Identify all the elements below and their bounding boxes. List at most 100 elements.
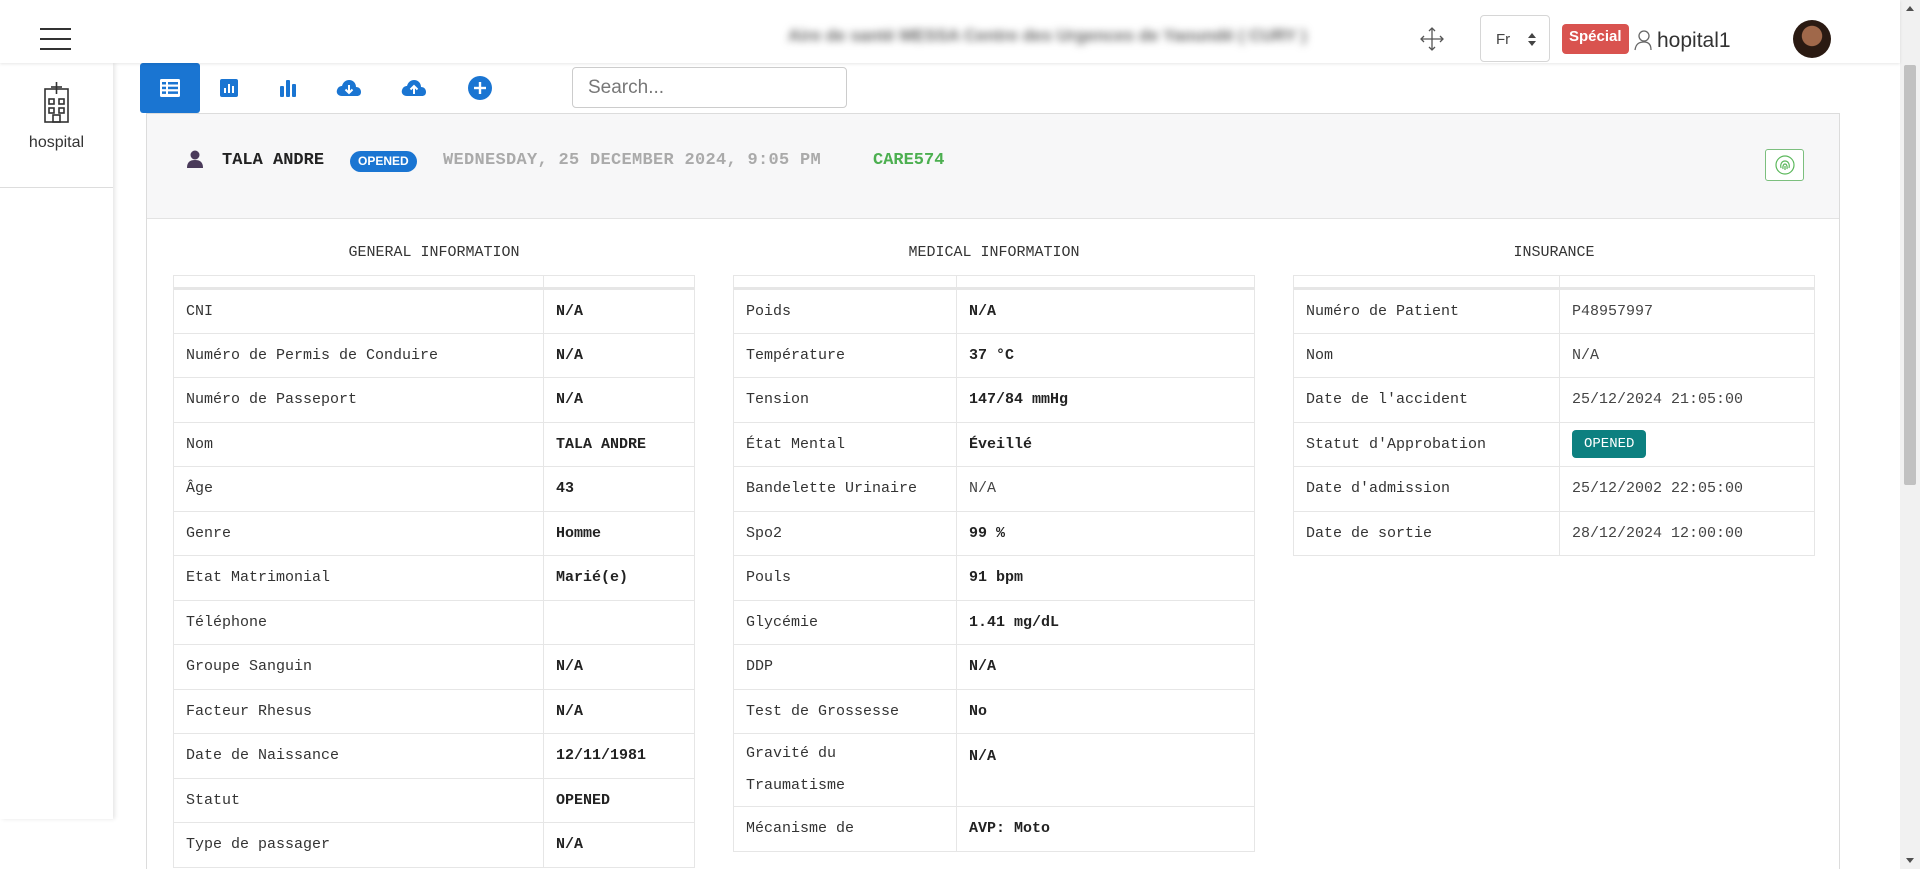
table-row: Spo2 99 % xyxy=(733,510,1255,556)
medical-information-section: MEDICAL INFORMATION Poids N/A Température… xyxy=(733,244,1255,852)
avatar[interactable] xyxy=(1793,20,1831,58)
field-value: 25/12/2002 22:05:00 xyxy=(1559,466,1815,512)
field-value: TALA ANDRE xyxy=(543,421,695,467)
cloud-upload-icon xyxy=(401,80,426,96)
top-navbar: Aire de santé MESSA Centre des Urgences … xyxy=(0,0,1900,63)
sidebar-item-hospital[interactable]: hospital xyxy=(0,63,113,188)
field-value: 25/12/2024 21:05:00 xyxy=(1559,377,1815,423)
field-label: Poids xyxy=(733,288,957,334)
field-value: Éveillé xyxy=(956,421,1255,467)
field-value: 12/11/1981 xyxy=(543,733,695,779)
field-value xyxy=(543,599,695,645)
table-row: Test de Grossesse No xyxy=(733,688,1255,734)
table-row: Groupe Sanguin N/A xyxy=(173,644,695,690)
table-row: Bandelette Urinaire N/A xyxy=(733,466,1255,512)
field-value: No xyxy=(956,688,1255,734)
field-label: Tension xyxy=(733,377,957,423)
field-value: 91 bpm xyxy=(956,555,1255,601)
table-row: Statut d'Approbation OPENED xyxy=(1293,421,1815,467)
field-value: OPENED xyxy=(543,777,695,823)
download-button[interactable] xyxy=(319,63,379,113)
field-label: Téléphone xyxy=(173,599,544,645)
field-label: Groupe Sanguin xyxy=(173,644,544,690)
field-label: Type de passager xyxy=(173,822,544,868)
field-label: DDP xyxy=(733,644,957,690)
table-view-button[interactable] xyxy=(140,63,200,113)
field-label: Numéro de Passeport xyxy=(173,377,544,423)
facility-name: Aire de santé MESSA Centre des Urgences … xyxy=(788,26,1307,45)
field-label: Statut d'Approbation xyxy=(1293,421,1560,467)
chart-box-button[interactable] xyxy=(199,63,259,113)
field-label: Pouls xyxy=(733,555,957,601)
field-value: Homme xyxy=(543,510,695,556)
field-value: 147/84 mmHg xyxy=(956,377,1255,423)
table-row: Poids N/A xyxy=(733,288,1255,334)
fingerprint-button[interactable] xyxy=(1765,149,1804,181)
field-label: Test de Grossesse xyxy=(733,688,957,734)
table-row: Date de sortie 28/12/2024 12:00:00 xyxy=(1293,510,1815,556)
section-title: INSURANCE xyxy=(1513,244,1595,261)
table-row: Gravité du Traumatisme N/A xyxy=(733,733,1255,807)
field-label: Facteur Rhesus xyxy=(173,688,544,734)
table-row: DDP N/A xyxy=(733,644,1255,690)
table-row: Téléphone xyxy=(173,599,695,645)
field-label: Statut xyxy=(173,777,544,823)
table-row: CNI N/A xyxy=(173,288,695,334)
field-value: P48957997 xyxy=(1559,288,1815,334)
table-row: Nom N/A xyxy=(1293,332,1815,378)
field-value: 37 °C xyxy=(956,332,1255,378)
field-value: N/A xyxy=(543,688,695,734)
patient-card: TALA ANDRE OPENED WEDNESDAY, 25 DECEMBER… xyxy=(146,113,1840,869)
table-row: Âge 43 xyxy=(173,466,695,512)
table-row: État Mental Éveillé xyxy=(733,421,1255,467)
field-label: CNI xyxy=(173,288,544,334)
upload-button[interactable] xyxy=(384,63,444,113)
add-button[interactable] xyxy=(450,63,510,113)
table-row: Type de passager N/A xyxy=(173,822,695,868)
table-row: Nom TALA ANDRE xyxy=(173,421,695,467)
field-label: Spo2 xyxy=(733,510,957,556)
field-label: Nom xyxy=(173,421,544,467)
menu-icon[interactable] xyxy=(40,28,71,50)
approval-status-badge: OPENED xyxy=(1572,430,1647,459)
table-row: Numéro de Permis de Conduire N/A xyxy=(173,332,695,378)
field-label: Date de l'accident xyxy=(1293,377,1560,423)
user-icon xyxy=(1634,30,1652,51)
username[interactable]: hopital1 xyxy=(1657,29,1731,53)
scroll-down-arrow-icon[interactable] xyxy=(1906,858,1914,863)
move-arrows-icon[interactable] xyxy=(1419,26,1445,52)
bar-chart-button[interactable] xyxy=(258,63,318,113)
status-badge: OPENED xyxy=(350,151,417,172)
field-label: Etat Matrimonial xyxy=(173,555,544,601)
scroll-thumb[interactable] xyxy=(1904,65,1916,485)
field-value: N/A xyxy=(956,288,1255,334)
special-badge: Spécial xyxy=(1562,24,1629,54)
field-label: Genre xyxy=(173,510,544,556)
search-input[interactable] xyxy=(572,67,847,108)
field-value: Marié(e) xyxy=(543,555,695,601)
field-value: N/A xyxy=(543,288,695,334)
field-label: Bandelette Urinaire xyxy=(733,466,957,512)
language-value: Fr xyxy=(1496,31,1511,48)
field-label: Date de Naissance xyxy=(173,733,544,779)
field-value: N/A xyxy=(543,377,695,423)
general-information-table: CNI N/A Numéro de Permis de Conduire N/A N… xyxy=(173,275,695,868)
field-value: N/A xyxy=(956,733,1255,807)
hospital-icon xyxy=(44,82,69,123)
field-label: Numéro de Patient xyxy=(1293,288,1560,334)
admission-datetime: WEDNESDAY, 25 DECEMBER 2024, 9:05 PM xyxy=(443,151,822,170)
scroll-up-arrow-icon[interactable] xyxy=(1906,6,1914,11)
table-row: Glycémie 1.41 mg/dL xyxy=(733,599,1255,645)
insurance-table: Numéro de Patient P48957997 Nom N/A Date d… xyxy=(1293,275,1815,556)
cloud-download-icon xyxy=(336,80,361,96)
table-row: Facteur Rhesus N/A xyxy=(173,688,695,734)
page-scrollbar[interactable] xyxy=(1900,0,1920,869)
table-row: Date d'admission 25/12/2002 22:05:00 xyxy=(1293,466,1815,512)
table-row: Genre Homme xyxy=(173,510,695,556)
table-row: Mécanisme de AVP: Moto xyxy=(733,806,1255,852)
table-row: Pouls 91 bpm xyxy=(733,555,1255,601)
language-select[interactable]: Fr xyxy=(1480,15,1550,62)
patient-name: TALA ANDRE xyxy=(222,151,325,170)
insurance-section: INSURANCE Numéro de Patient P48957997 Nom… xyxy=(1293,244,1815,556)
field-value: AVP: Moto xyxy=(956,806,1255,852)
